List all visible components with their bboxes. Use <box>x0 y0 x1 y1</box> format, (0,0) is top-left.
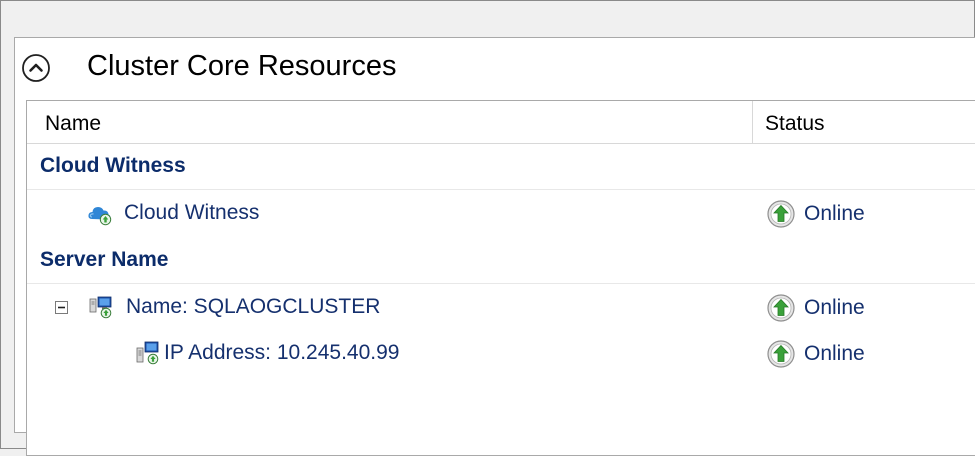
resource-label[interactable]: Cloud Witness <box>124 201 259 225</box>
resource-row-cluster-name[interactable]: Name: SQLAOGCLUSTER Online <box>27 284 975 330</box>
status-text: Online <box>804 342 865 365</box>
group-row-server-name: Server Name <box>27 238 975 284</box>
ip-address-icon <box>136 341 159 365</box>
resource-row-ip-address[interactable]: IP Address: 10.245.40.99 Online <box>27 330 975 376</box>
cluster-core-resources-panel: Cluster Core Resources Name Status Cloud… <box>14 37 975 456</box>
cluster-name-icon <box>89 296 112 319</box>
resource-label[interactable]: IP Address: 10.245.40.99 <box>164 341 399 365</box>
chevron-up-circle-icon[interactable] <box>21 53 51 83</box>
cloud-witness-icon <box>88 207 112 226</box>
status-text: Online <box>804 296 865 319</box>
column-header-status[interactable]: Status <box>765 112 825 136</box>
section-title: Cluster Core Resources <box>87 50 397 82</box>
column-divider[interactable] <box>752 101 753 144</box>
online-arrow-up-icon <box>767 294 795 322</box>
collapse-minus-icon[interactable] <box>55 301 68 314</box>
resource-label[interactable]: Name: SQLAOGCLUSTER <box>126 295 380 319</box>
section-header: Cluster Core Resources <box>15 38 975 100</box>
resources-grid: Name Status Cloud Witness Cloud Witness <box>26 100 975 456</box>
group-label: Cloud Witness <box>40 154 186 177</box>
column-header-row: Name Status <box>27 101 975 144</box>
column-header-name[interactable]: Name <box>45 112 101 136</box>
group-label: Server Name <box>40 248 169 271</box>
group-row-cloud-witness: Cloud Witness <box>27 144 975 190</box>
online-arrow-up-icon <box>767 200 795 228</box>
online-arrow-up-icon <box>767 340 795 368</box>
window-frame: Cluster Core Resources Name Status Cloud… <box>0 0 975 456</box>
status-text: Online <box>804 202 865 225</box>
resource-row-cloud-witness[interactable]: Cloud Witness Online <box>27 190 975 236</box>
